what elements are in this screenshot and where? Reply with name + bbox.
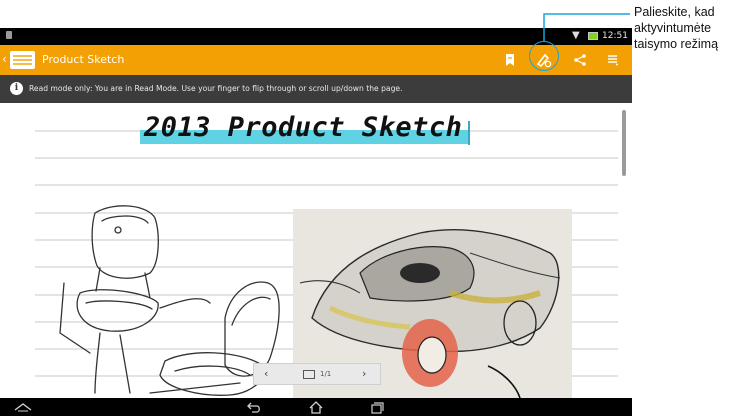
manual-figure: ▼ 12:51 ‹ Product Sketch i Read mode onl… — [0, 0, 743, 416]
callout-highlight-circle — [529, 41, 559, 71]
callout-leader-line — [543, 13, 630, 41]
callout-text: Palieskite, kad aktyvintumėte taisymo re… — [634, 5, 719, 51]
